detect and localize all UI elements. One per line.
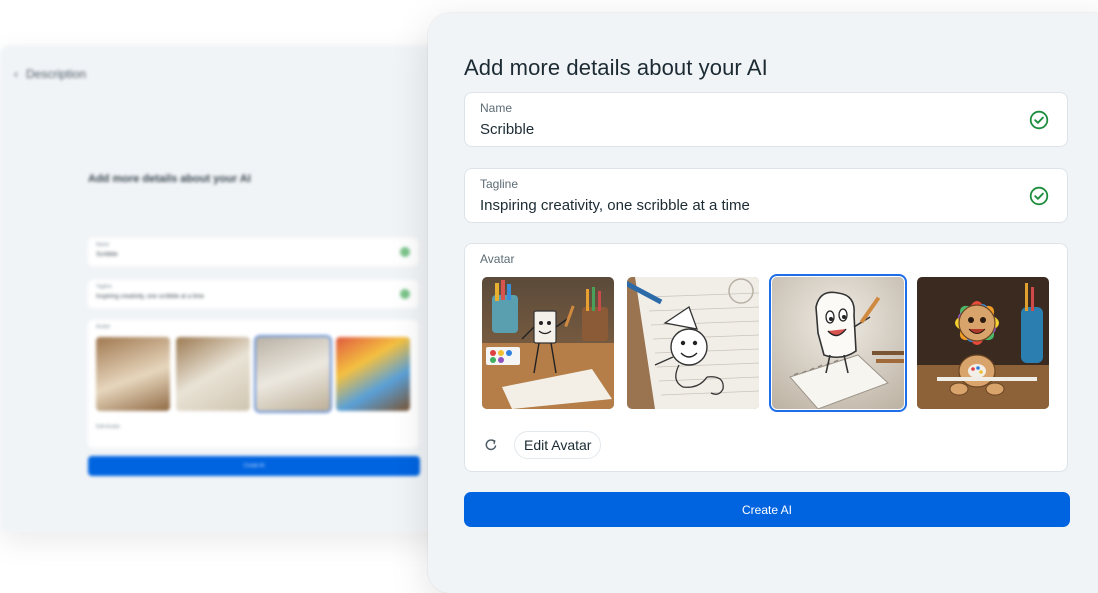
scribble-avatar-3-icon [772,277,904,409]
details-card: Add more details about your AI Name Scri… [428,13,1098,593]
scribble-avatar-4-icon [917,277,1049,409]
avatar-picker: Avatar Edit Avatar [464,243,1068,472]
scribble-avatar-1-icon [482,277,614,409]
scribble-avatar-2-icon [627,277,759,409]
bg-page-title: Add more details about your AI [88,173,251,185]
bg-tagline-field: Tagline Inspiring creativity, one scribb… [88,280,418,308]
bg-tagline-label: Tagline [96,284,112,290]
refresh-icon [485,439,497,451]
name-value[interactable]: Scribble [480,121,534,138]
bg-name-field: Name Scribble [88,238,418,266]
edit-avatar-button[interactable]: Edit Avatar [514,431,602,459]
tagline-value[interactable]: Inspiring creativity, one scribble at a … [480,197,750,214]
bg-check-icon [400,289,410,299]
tagline-label: Tagline [480,177,519,191]
avatar-label: Avatar [480,252,515,266]
bg-name-label: Name [96,242,110,248]
tagline-field[interactable]: Tagline Inspiring creativity, one scribb… [464,168,1068,223]
back-chevron-icon: ‹ [14,67,18,81]
bg-avatar-box: Avatar Edit Avatar [88,320,418,448]
check-circle-icon [1029,186,1049,206]
regenerate-button[interactable] [480,434,502,456]
bg-tagline-value: Inspiring creativity, one scribble at a … [96,294,204,300]
bg-header-title: Description [26,67,87,81]
avatar-option-1[interactable] [482,277,614,409]
bg-create-button: Create AI [88,456,420,476]
bg-avatar-thumb [96,337,170,411]
avatar-option-4[interactable] [917,277,1049,409]
create-ai-button[interactable]: Create AI [464,492,1070,527]
background-window: ‹ Description Add more details about you… [0,45,470,532]
bg-name-value: Scribble [96,252,118,258]
bg-edit-avatar: Edit Avatar [96,424,121,430]
bg-avatar-label: Avatar [96,324,111,330]
name-label: Name [480,101,513,115]
bg-avatar-thumb [336,337,410,411]
avatar-option-3[interactable] [769,274,907,412]
name-field[interactable]: Name Scribble [464,92,1068,147]
check-circle-icon [1029,110,1049,130]
page-title: Add more details about your AI [464,55,768,80]
bg-avatar-thumb [254,335,332,413]
avatar-option-2[interactable] [627,277,759,409]
bg-header: ‹ Description [14,67,86,81]
bg-check-icon [400,247,410,257]
bg-avatar-thumb [176,337,250,411]
